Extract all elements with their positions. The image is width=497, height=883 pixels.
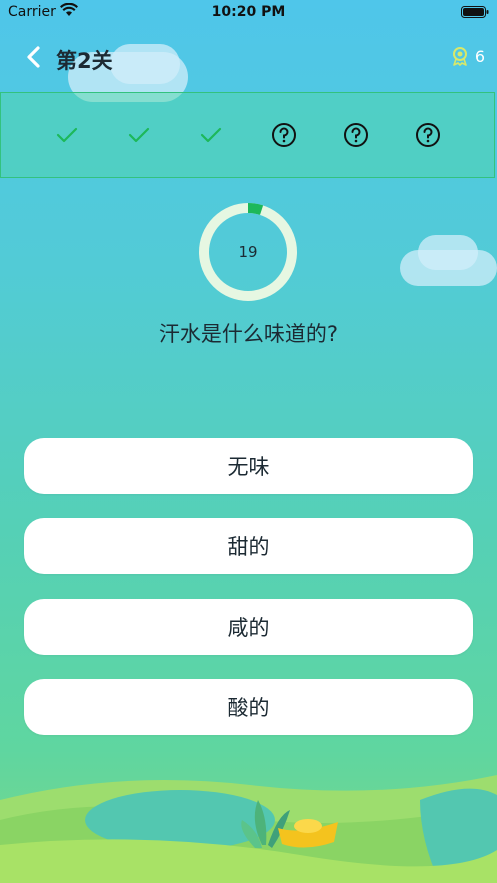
question-mark-icon — [415, 123, 440, 147]
back-icon[interactable] — [20, 42, 48, 72]
status-bar: Carrier 10:20 PM — [0, 0, 497, 26]
medal-icon — [452, 47, 467, 66]
answer-option[interactable]: 甜的 — [24, 518, 473, 574]
step-unknown — [414, 121, 442, 149]
question-progress — [0, 92, 495, 178]
check-icon — [56, 127, 78, 143]
question-mark-icon — [343, 123, 368, 147]
answer-option[interactable]: 酸的 — [24, 679, 473, 735]
step-done — [125, 121, 153, 149]
clock: 10:20 PM — [211, 4, 286, 20]
question-mark-icon — [271, 123, 296, 147]
cloud-decoration — [418, 235, 478, 270]
landscape-illustration — [0, 775, 497, 883]
nav-bar: 第2关 6 — [0, 36, 497, 80]
level-title: 第2关 — [56, 49, 113, 73]
step-unknown — [270, 121, 298, 149]
medal-count: 6 — [474, 46, 485, 66]
battery-icon — [461, 6, 489, 18]
countdown-timer: 19 — [198, 202, 298, 302]
step-done — [197, 121, 225, 149]
check-icon — [201, 127, 222, 143]
medal-counter: 6 — [451, 46, 485, 66]
step-unknown — [342, 121, 370, 149]
question-text: 汗水是什么味道的? — [158, 322, 339, 346]
check-icon — [129, 127, 150, 143]
step-done — [53, 121, 81, 149]
answer-option[interactable]: 咸的 — [24, 599, 473, 655]
answer-option[interactable]: 无味 — [24, 438, 473, 494]
timer-seconds: 19 — [238, 243, 258, 261]
